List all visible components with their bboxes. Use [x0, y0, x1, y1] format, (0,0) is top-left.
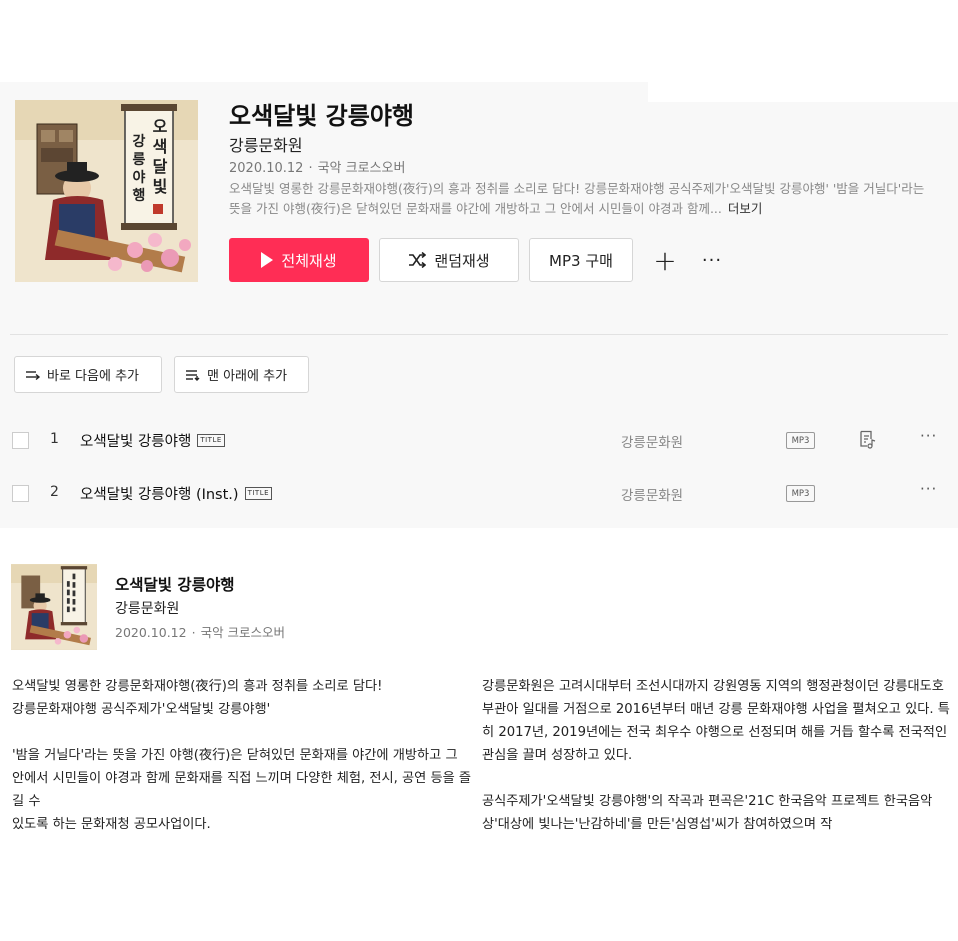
cover-glyph-3: 달 — [153, 157, 168, 176]
info-album-artist: 강릉문화원 — [115, 601, 180, 617]
shuffle-label: 랜덤재생 — [434, 251, 490, 270]
shuffle-button[interactable]: 랜덤재생 — [379, 238, 519, 282]
track-row[interactable]: 2 오색달빛 강릉야행 (Inst.) TITLE 강릉문화원 MP3 ··· — [0, 473, 958, 513]
mp3-download-icon[interactable]: MP3 — [786, 485, 815, 502]
title-badge: TITLE — [244, 487, 273, 500]
track-artist[interactable]: 강릉문화원 — [621, 484, 683, 504]
track-title-text: 오색달빛 강릉야행 (Inst.) — [80, 487, 239, 503]
meta-dot: · — [191, 625, 196, 640]
album-date: 2020.10.12 — [229, 161, 304, 176]
track-title[interactable]: 오색달빛 강릉야행 (Inst.) TITLE — [80, 483, 273, 504]
info-paragraph: 오색달빛 영롱한 강릉문화재야행(夜行)의 흥과 정취를 소리로 담다! — [12, 679, 383, 694]
album-cover[interactable]: 오 색 달 빛 강 릉 야 행 — [15, 100, 198, 282]
queue-next-icon — [25, 369, 41, 381]
shuffle-icon — [409, 252, 427, 268]
add-last-label: 맨 아래에 추가 — [207, 369, 288, 384]
track-checkbox[interactable] — [12, 485, 29, 502]
info-date: 2020.10.12 — [115, 625, 187, 640]
info-description-left: 오색달빛 영롱한 강릉문화재야행(夜行)의 흥과 정취를 소리로 담다! 강릉문… — [12, 675, 474, 836]
album-genre: 국악 크로스오버 — [317, 161, 406, 176]
add-last-button[interactable]: 맨 아래에 추가 — [174, 356, 309, 393]
track-more-icon[interactable]: ··· — [920, 480, 937, 498]
track-number: 2 — [50, 484, 59, 500]
album-cover-thumbnail-art — [11, 564, 97, 650]
track-checkbox[interactable] — [12, 432, 29, 449]
cover-glyph-6: 릉 — [133, 152, 146, 168]
play-icon — [261, 252, 274, 268]
info-album-meta: 2020.10.12 · 국악 크로스오버 — [115, 622, 285, 641]
add-next-label: 바로 다음에 추가 — [47, 369, 139, 384]
cover-glyph-8: 행 — [133, 188, 146, 204]
album-description: 오색달빛 영롱한 강릉문화재야행(夜行)의 흥과 정취를 소리로 담다! 강릉문… — [229, 179, 934, 219]
track-title-text: 오색달빛 강릉야행 — [80, 434, 192, 450]
album-cover-art: 오 색 달 빛 강 릉 야 행 — [15, 100, 198, 282]
add-next-button[interactable]: 바로 다음에 추가 — [14, 356, 162, 393]
info-paragraph: 공식주제가'오색달빛 강릉야행'의 작곡과 편곡은'21C 한국음악 프로젝트 … — [482, 794, 933, 832]
add-to-playlist-button[interactable]: + — [650, 244, 680, 277]
info-genre: 국악 크로스오버 — [200, 625, 286, 640]
title-badge: TITLE — [197, 434, 225, 447]
meta-dot: · — [308, 161, 313, 176]
cover-glyph-2: 색 — [153, 137, 168, 156]
panel-edge — [648, 82, 958, 102]
play-all-label: 전체재생 — [281, 251, 337, 270]
cover-glyph-5: 강 — [133, 133, 146, 150]
album-cover-thumbnail — [11, 564, 97, 650]
album-description-text: 오색달빛 영롱한 강릉문화재야행(夜行)의 흥과 정취를 소리로 담다! 강릉문… — [229, 181, 925, 216]
track-artist[interactable]: 강릉문화원 — [621, 431, 683, 451]
mp3-download-icon[interactable]: MP3 — [786, 432, 815, 449]
album-title: 오색달빛 강릉야행 — [229, 102, 414, 130]
more-link[interactable]: 더보기 — [728, 201, 763, 216]
album-artist[interactable]: 강릉문화원 — [229, 132, 303, 156]
cover-glyph-7: 야 — [133, 169, 146, 186]
queue-last-icon — [185, 369, 201, 381]
play-all-button[interactable]: 전체재생 — [229, 238, 369, 282]
track-number: 1 — [50, 431, 59, 447]
track-row[interactable]: 1 오색달빛 강릉야행 TITLE 강릉문화원 MP3 ··· — [0, 420, 958, 460]
track-title[interactable]: 오색달빛 강릉야행 TITLE — [80, 430, 225, 451]
info-paragraph: '밤을 거닐다'라는 뜻을 가진 야행(夜行)은 닫혀있던 문화재를 야간에 개… — [12, 748, 458, 763]
info-paragraph: 안에서 시민들이 야경과 함께 문화재를 직접 느끼며 다양한 체험, 전시, … — [12, 771, 472, 809]
info-paragraph: 강릉문화재야행 공식주제가'오색달빛 강릉야행' — [12, 702, 271, 717]
info-paragraph: 강릉문화원은 고려시대부터 조선시대까지 강원영동 지역의 행정관청이던 강릉대… — [482, 679, 952, 763]
cover-glyph-4: 빛 — [153, 177, 168, 196]
album-meta: 2020.10.12 · 국악 크로스오버 — [229, 157, 405, 176]
album-panel: 오 색 달 빛 강 릉 야 행 오색달빛 강릉야행 강릉문화원 2020.10.… — [0, 82, 958, 528]
more-options-button[interactable]: ··· — [698, 244, 726, 276]
info-paragraph: 있도록 하는 문화재청 공모사업이다. — [12, 817, 211, 832]
track-more-icon[interactable]: ··· — [920, 427, 937, 445]
info-description-right: 강릉문화원은 고려시대부터 조선시대까지 강원영동 지역의 행정관청이던 강릉대… — [482, 675, 952, 836]
divider — [10, 334, 948, 335]
info-album-title: 오색달빛 강릉야행 — [115, 576, 235, 594]
cover-glyph-1: 오 — [153, 117, 168, 136]
lyrics-icon[interactable] — [859, 430, 877, 454]
mp3-buy-button[interactable]: MP3 구매 — [529, 238, 633, 282]
